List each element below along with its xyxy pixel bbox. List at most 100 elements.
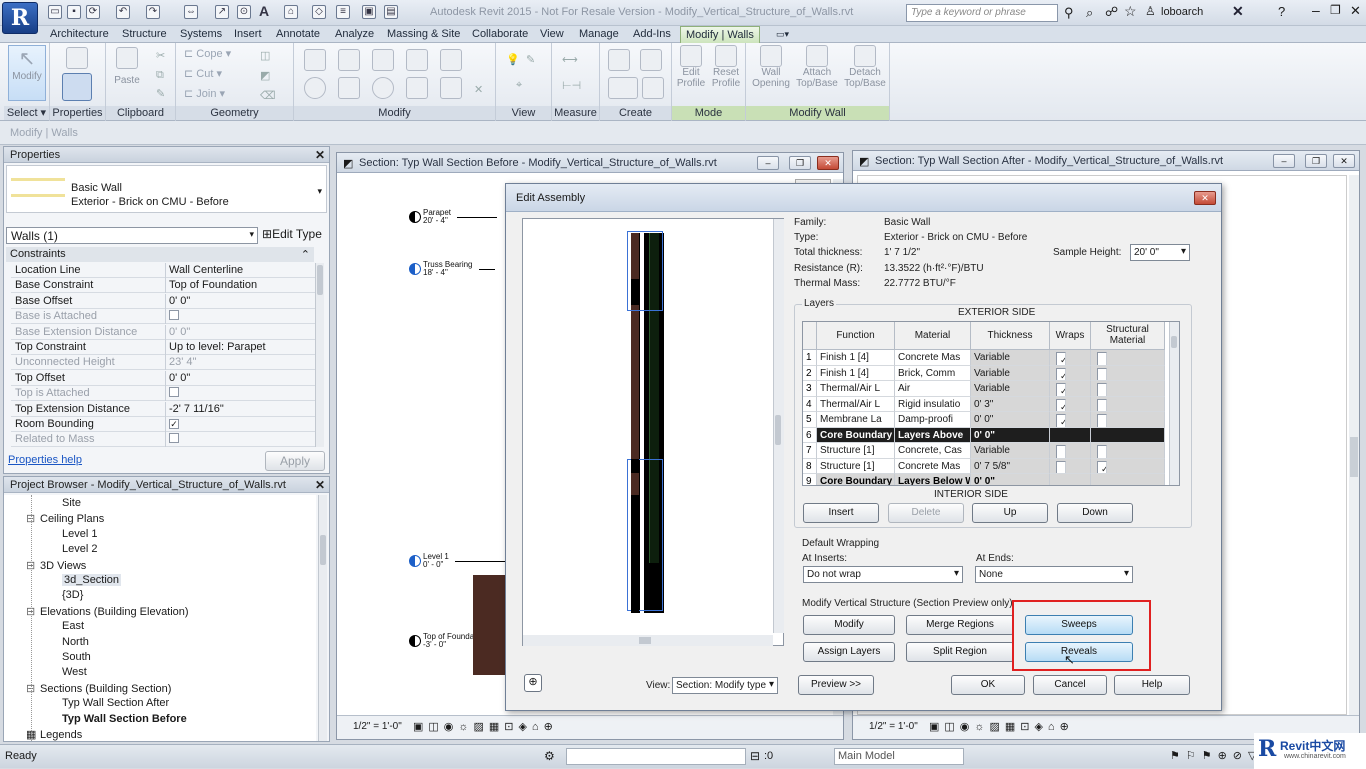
browser-item[interactable]: Level 1 bbox=[62, 528, 97, 540]
reveal-profile[interactable] bbox=[631, 459, 639, 473]
close-icon[interactable]: ✕ bbox=[315, 147, 325, 163]
assign-layers-button[interactable]: Assign Layers bbox=[803, 642, 895, 662]
tag-icon[interactable]: ⊙ bbox=[237, 5, 251, 19]
tab-insert[interactable]: Insert bbox=[234, 26, 262, 43]
layer-row[interactable]: 4Thermal/Air LRigid insulatio0' 3" ✓ bbox=[803, 396, 1165, 412]
layer-structural-material[interactable] bbox=[1091, 427, 1165, 443]
layer-structural-material[interactable] bbox=[1091, 443, 1165, 459]
reveal-profile[interactable] bbox=[631, 279, 639, 305]
browser-item[interactable]: Typ Wall Section After bbox=[62, 697, 169, 709]
checkbox[interactable]: ✓ bbox=[169, 419, 179, 429]
layer-function[interactable]: Structure [1] bbox=[817, 443, 895, 459]
layer-row[interactable]: 7 Structure [1] Concrete, Cas Variable bbox=[803, 443, 1165, 459]
checkbox[interactable] bbox=[169, 310, 179, 321]
insert-button[interactable]: Insert bbox=[803, 503, 879, 523]
structural-checkbox[interactable] bbox=[1097, 367, 1107, 381]
browser-item[interactable]: ⊟ Elevations (Building Elevation) bbox=[26, 605, 189, 618]
hide-icon[interactable]: 💡 bbox=[506, 53, 520, 66]
tab-architecture[interactable]: Architecture bbox=[50, 26, 109, 43]
search-input[interactable]: Type a keyword or phrase bbox=[906, 4, 1058, 22]
copy-element-icon[interactable] bbox=[338, 77, 360, 99]
sync-icon[interactable]: ⟳ bbox=[86, 5, 100, 19]
create-similar-icon[interactable] bbox=[642, 77, 664, 99]
level-parapet[interactable]: Parapet 20' - 4" bbox=[409, 209, 498, 225]
help-button[interactable]: Help bbox=[1114, 675, 1190, 695]
browser-item[interactable]: Site bbox=[62, 497, 81, 509]
thin-lines-icon[interactable]: ≡ bbox=[336, 5, 350, 19]
structural-checkbox[interactable] bbox=[1097, 352, 1107, 365]
tab-view[interactable]: View bbox=[540, 26, 564, 43]
property-row[interactable]: Base Constraint Top of Foundation bbox=[11, 278, 317, 294]
layer-material[interactable]: Air bbox=[895, 381, 971, 397]
browser-item[interactable]: Typ Wall Section Before bbox=[62, 713, 187, 725]
structural-checkbox[interactable]: ✓ bbox=[1097, 460, 1107, 474]
edit-profile-button[interactable]: Edit Profile bbox=[676, 45, 706, 89]
property-row[interactable]: Base Extension Distance 0' 0" bbox=[11, 324, 317, 340]
property-value[interactable]: 0' 0" bbox=[165, 293, 317, 309]
delete-button[interactable]: Delete bbox=[888, 503, 964, 523]
layer-material[interactable]: Concrete Mas bbox=[895, 458, 971, 474]
layer-function[interactable]: Structure [1] bbox=[817, 458, 895, 474]
layer-thickness[interactable]: Variable bbox=[971, 381, 1050, 397]
property-value[interactable] bbox=[165, 386, 317, 402]
wraps-checkbox[interactable]: ✓ bbox=[1056, 383, 1066, 396]
property-value[interactable]: 0' 0" bbox=[165, 324, 317, 340]
instance-filter[interactable]: Walls (1) ▾ bbox=[6, 227, 258, 244]
preview-button[interactable]: Preview >> bbox=[798, 675, 874, 695]
modify-layer-button[interactable]: Modify bbox=[803, 615, 895, 635]
exchange-icon[interactable]: ✕ bbox=[1232, 3, 1244, 20]
browser-item[interactable]: 3d_Section bbox=[62, 574, 122, 586]
minimize-view-button[interactable]: – bbox=[757, 156, 779, 170]
section-icon[interactable]: ◇ bbox=[312, 5, 326, 19]
tab-manage[interactable]: Manage bbox=[579, 26, 619, 43]
structural-checkbox[interactable] bbox=[1097, 383, 1107, 396]
layer-row[interactable]: 3Thermal/Air LAirVariable ✓ bbox=[803, 381, 1165, 397]
selection-filters-icon[interactable]: ⚑⚐⚑⊕⊘▽ bbox=[1170, 749, 1262, 762]
layer-material[interactable]: Layers Below W bbox=[895, 474, 971, 485]
layer-row[interactable]: 2Finish 1 [4]Brick, CommVariable ✓ bbox=[803, 365, 1165, 381]
layer-structural-material[interactable]: ✓ bbox=[1091, 458, 1165, 474]
override-icon[interactable]: ✎ bbox=[526, 53, 535, 66]
3d-view-icon[interactable]: ⌂ bbox=[284, 5, 298, 19]
properties-help-link[interactable]: Properties help bbox=[8, 454, 82, 466]
property-row[interactable]: Top is Attached bbox=[11, 386, 317, 402]
structural-checkbox[interactable] bbox=[1097, 398, 1107, 412]
constraints-header[interactable]: Constraints ⌃ bbox=[6, 247, 314, 262]
property-row[interactable]: Top Offset 0' 0" bbox=[11, 370, 317, 386]
demolish-icon[interactable]: ⌫ bbox=[260, 89, 276, 102]
cope-button[interactable]: ⊏ Cope ▾ bbox=[184, 47, 231, 60]
property-value[interactable]: Top of Foundation bbox=[165, 278, 317, 294]
layer-material[interactable]: Concrete Mas bbox=[895, 350, 971, 366]
measure-icon[interactable]: ⇔ bbox=[184, 5, 198, 19]
at-inserts-select[interactable]: Do not wrap bbox=[803, 566, 963, 583]
user-name[interactable]: loboarch bbox=[1161, 6, 1203, 18]
preview-vscroll[interactable] bbox=[773, 219, 784, 633]
collapse-icon[interactable]: ⊟ bbox=[26, 605, 40, 618]
attach-button[interactable]: Attach Top/Base bbox=[794, 45, 840, 89]
browser-item[interactable]: South bbox=[62, 651, 91, 663]
layer-material[interactable]: Brick, Comm bbox=[895, 365, 971, 381]
level-truss-bearing[interactable]: Truss Bearing 18' - 4" bbox=[409, 261, 495, 277]
property-row[interactable]: Unconnected Height 23' 4" bbox=[11, 355, 317, 371]
close-view-button[interactable]: ✕ bbox=[817, 156, 839, 170]
property-value[interactable]: 23' 4" bbox=[165, 355, 317, 371]
communication-icon[interactable]: ☍ bbox=[1105, 4, 1118, 20]
property-row[interactable]: Base is Attached bbox=[11, 309, 317, 325]
sweep-profile[interactable] bbox=[631, 495, 639, 613]
apply-button[interactable]: Apply bbox=[265, 451, 325, 471]
cut-geometry-button[interactable]: ⊏ Cut ▾ bbox=[184, 67, 222, 80]
layer-structural-material[interactable] bbox=[1091, 350, 1165, 366]
tab-structure[interactable]: Structure bbox=[122, 26, 167, 43]
browser-item[interactable]: Level 2 bbox=[62, 543, 97, 555]
cut-icon[interactable]: ✂ bbox=[156, 49, 165, 62]
mirror-axis-icon[interactable] bbox=[372, 49, 394, 71]
layer-row[interactable]: 5Membrane LaDamp-proofi0' 0" ✓ bbox=[803, 412, 1165, 428]
restore-view-button[interactable]: ❐ bbox=[1305, 154, 1327, 168]
layer-thickness[interactable]: 0' 0" bbox=[971, 427, 1050, 443]
layer-wraps[interactable]: ✓ bbox=[1050, 396, 1091, 412]
properties-scrollbar[interactable] bbox=[315, 263, 324, 447]
select-dropdown[interactable]: Select ▾ bbox=[4, 106, 49, 120]
layer-wraps[interactable]: ✓ bbox=[1050, 350, 1091, 366]
layer-wraps[interactable] bbox=[1050, 427, 1091, 443]
layer-structural-material[interactable] bbox=[1091, 381, 1165, 397]
